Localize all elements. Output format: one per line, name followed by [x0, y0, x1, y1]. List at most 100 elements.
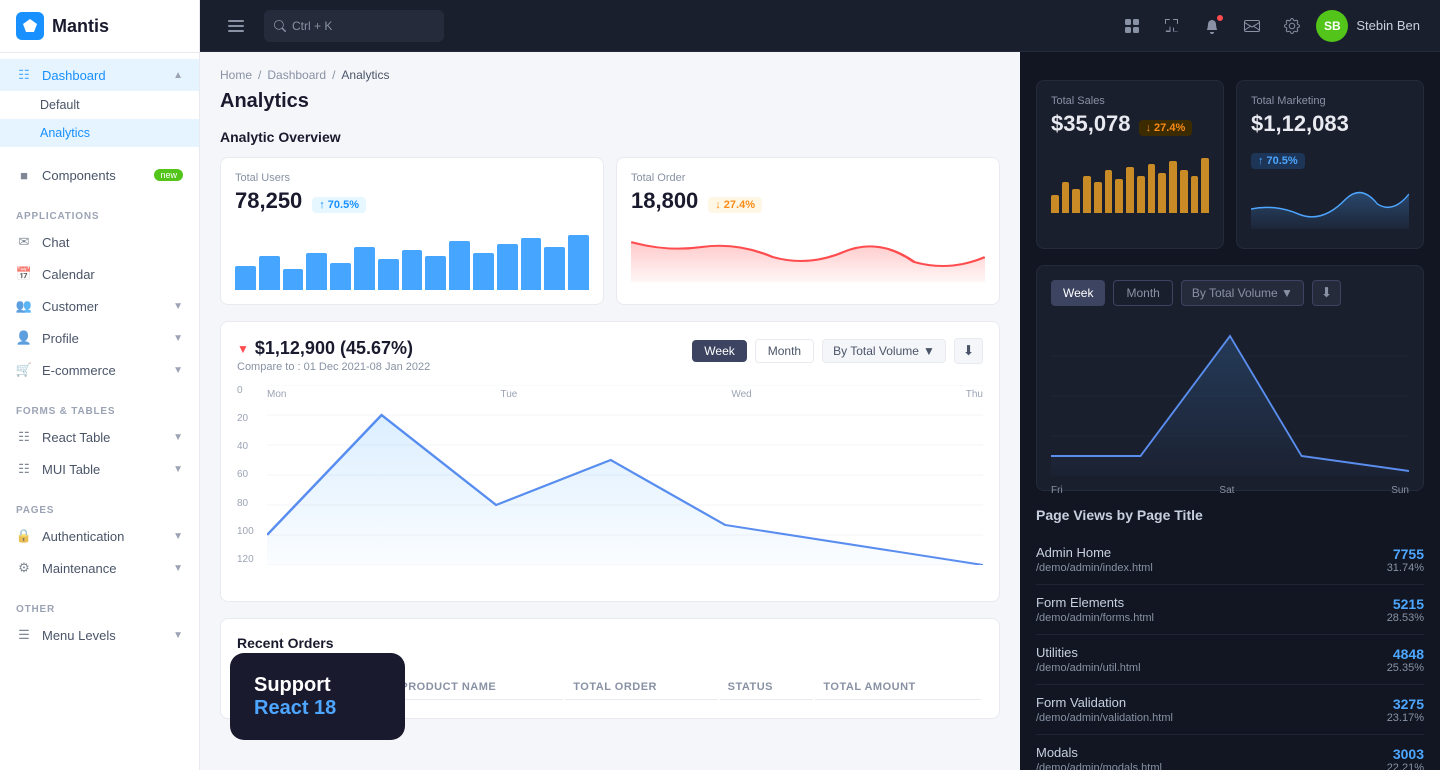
- volume-select[interactable]: By Total Volume ▼: [822, 339, 946, 363]
- bar: [402, 250, 423, 290]
- week-dark-button[interactable]: Week: [1051, 280, 1105, 306]
- bar: [378, 259, 399, 290]
- bar: [259, 256, 280, 290]
- ecommerce-icon: 🛒: [16, 362, 32, 378]
- fullscreen-icon-button[interactable]: [1156, 10, 1188, 42]
- income-dark-controls: Week Month By Total Volume ▼ ⬇: [1051, 280, 1409, 306]
- sidebar-item-calendar[interactable]: 📅 Calendar: [0, 258, 199, 290]
- users-chart: [235, 230, 589, 290]
- customer-icon: 👥: [16, 298, 32, 314]
- stat-label-marketing: Total Marketing: [1251, 95, 1409, 107]
- bar: [330, 263, 351, 291]
- profile-chevron: ▼: [173, 333, 183, 344]
- download-dark-button[interactable]: ⬇: [1312, 280, 1341, 306]
- stat-value-users: 78,250: [235, 188, 302, 214]
- bar: [235, 266, 256, 290]
- sidebar-item-components[interactable]: ■ Components new: [0, 159, 199, 191]
- sidebar-item-authentication[interactable]: 🔒 Authentication ▼: [0, 520, 199, 552]
- sidebar-item-customer[interactable]: 👥 Customer ▼: [0, 290, 199, 322]
- forms-section: Forms & Tables ☷ React Table ▼ ☷ MUI Tab…: [0, 392, 199, 491]
- menu-toggle-button[interactable]: [220, 10, 252, 42]
- page-view-name: Admin Home: [1036, 545, 1387, 560]
- mail-icon-button[interactable]: [1236, 10, 1268, 42]
- stat-value-marketing: $1,12,083: [1251, 111, 1349, 137]
- page-view-count: 5215: [1387, 596, 1424, 612]
- sidebar-item-chat[interactable]: ✉ Chat: [0, 226, 199, 258]
- sidebar-item-profile[interactable]: 👤 Profile ▼: [0, 322, 199, 354]
- bar: [1094, 182, 1102, 213]
- bar: [1051, 195, 1059, 213]
- download-button[interactable]: ⬇: [954, 338, 983, 364]
- page-views-section: Page Views by Page Title Admin Home /dem…: [1036, 507, 1424, 770]
- notification-badge: [1216, 14, 1224, 22]
- bar: [449, 241, 470, 290]
- support-popup[interactable]: Support React 18: [230, 653, 405, 740]
- page-view-info: Admin Home /demo/admin/index.html: [1036, 545, 1387, 574]
- support-title-blue: React 18: [254, 697, 381, 720]
- col-total-amount: TOTAL AMOUNT: [815, 675, 981, 700]
- stat-cards-light: Total Users 78,250 ↑ 70.5% Total Order 1…: [220, 157, 1000, 305]
- page-view-item[interactable]: Form Validation /demo/admin/validation.h…: [1036, 685, 1424, 735]
- income-dark-section: Week Month By Total Volume ▼ ⬇: [1036, 265, 1424, 491]
- bar: [1062, 182, 1070, 213]
- notification-icon-button[interactable]: [1196, 10, 1228, 42]
- sidebar: Mantis ☷ Dashboard ▲ Default Analytics ■…: [0, 0, 200, 770]
- sidebar-sub-analytics[interactable]: Analytics: [0, 119, 199, 147]
- bar: [521, 238, 542, 290]
- stat-cards-dark: Total Sales $35,078 ↓ 27.4% Total Market…: [1036, 80, 1424, 249]
- page-view-stats: 5215 28.53%: [1387, 596, 1424, 624]
- page-view-item[interactable]: Admin Home /demo/admin/index.html 7755 3…: [1036, 535, 1424, 585]
- maintenance-icon: ⚙: [16, 560, 32, 576]
- page-view-item[interactable]: Modals /demo/admin/modals.html 3003 22.2…: [1036, 735, 1424, 770]
- page-view-item[interactable]: Utilities /demo/admin/util.html 4848 25.…: [1036, 635, 1424, 685]
- income-svg-chart: [267, 385, 983, 565]
- forms-label: Forms & Tables: [0, 398, 199, 421]
- apps-icon-button[interactable]: [1116, 10, 1148, 42]
- mui-table-chevron: ▼: [173, 464, 183, 475]
- sidebar-item-mui-table[interactable]: ☷ MUI Table ▼: [0, 453, 199, 485]
- page-view-pct: 28.53%: [1387, 612, 1424, 624]
- bar: [1180, 170, 1188, 213]
- bar: [544, 247, 565, 290]
- month-dark-button[interactable]: Month: [1113, 280, 1172, 306]
- search-bar[interactable]: Ctrl + K: [264, 10, 444, 42]
- week-button[interactable]: Week: [692, 340, 746, 362]
- volume-dark-select[interactable]: By Total Volume ▼: [1181, 280, 1304, 306]
- bar: [425, 256, 446, 290]
- stat-card-marketing: Total Marketing $1,12,083 ↑ 70.5%: [1236, 80, 1424, 249]
- page-view-info: Utilities /demo/admin/util.html: [1036, 645, 1387, 674]
- income-chart: 120 100 80 60 40 20 0: [237, 385, 983, 585]
- bar: [1126, 167, 1134, 213]
- stat-card-sales: Total Sales $35,078 ↓ 27.4%: [1036, 80, 1224, 249]
- settings-icon-button[interactable]: [1276, 10, 1308, 42]
- components-icon: ■: [16, 167, 32, 183]
- page-view-url: /demo/admin/util.html: [1036, 662, 1387, 674]
- stat-label-order: Total Order: [631, 172, 985, 184]
- page-view-url: /demo/admin/validation.html: [1036, 712, 1387, 724]
- dashboard-icon: ☷: [16, 67, 32, 83]
- page-view-url: /demo/admin/index.html: [1036, 562, 1387, 574]
- col-status: STATUS: [720, 675, 814, 700]
- analytic-overview-title: Analytic Overview: [220, 129, 1000, 145]
- page-view-stats: 3275 23.17%: [1387, 696, 1424, 724]
- page-view-item[interactable]: Form Elements /demo/admin/forms.html 521…: [1036, 585, 1424, 635]
- pages-section: Pages 🔒 Authentication ▼ ⚙ Maintenance ▼: [0, 491, 199, 590]
- income-header: ▼ $1,12,900 (45.67%) Compare to : 01 Dec…: [237, 338, 983, 373]
- page-view-name: Utilities: [1036, 645, 1387, 660]
- page-view-name: Modals: [1036, 745, 1387, 760]
- stat-label-sales: Total Sales: [1051, 95, 1209, 107]
- sidebar-item-react-table[interactable]: ☷ React Table ▼: [0, 421, 199, 453]
- sidebar-item-dashboard[interactable]: ☷ Dashboard ▲: [0, 59, 199, 91]
- other-section: Other ☰ Menu Levels ▼: [0, 590, 199, 657]
- sidebar-item-ecommerce[interactable]: 🛒 E-commerce ▼: [0, 354, 199, 386]
- sidebar-item-menu-levels[interactable]: ☰ Menu Levels ▼: [0, 619, 199, 651]
- page-view-pct: 23.17%: [1387, 712, 1424, 724]
- sidebar-item-maintenance[interactable]: ⚙ Maintenance ▼: [0, 552, 199, 584]
- page-view-count: 3003: [1387, 746, 1424, 762]
- month-button[interactable]: Month: [755, 339, 814, 363]
- sidebar-sub-default[interactable]: Default: [0, 91, 199, 119]
- user-avatar[interactable]: SB: [1316, 10, 1348, 42]
- breadcrumb-dashboard[interactable]: Dashboard: [267, 68, 326, 82]
- breadcrumb-home[interactable]: Home: [220, 68, 252, 82]
- order-chart: [631, 222, 985, 282]
